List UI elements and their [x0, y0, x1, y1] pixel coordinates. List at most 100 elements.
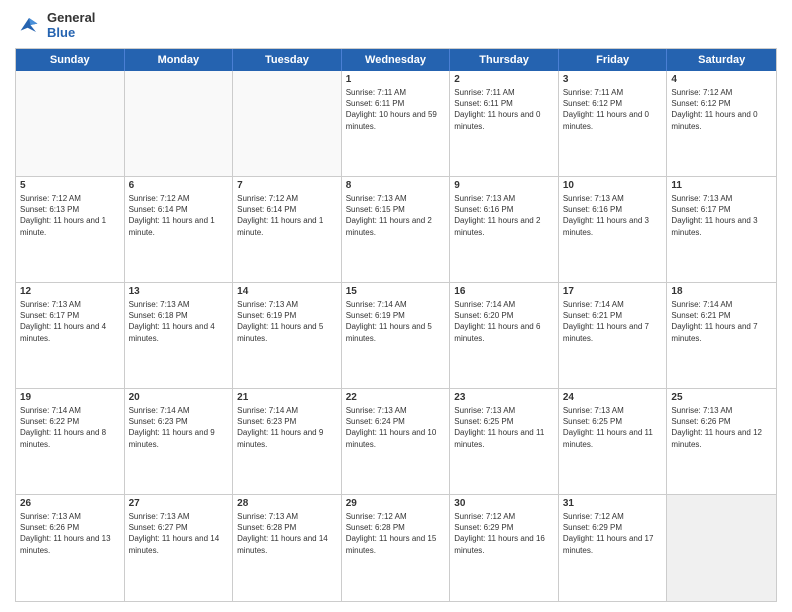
weekday-header-wednesday: Wednesday — [342, 49, 451, 71]
calendar-cell: 4Sunrise: 7:12 AMSunset: 6:12 PMDaylight… — [667, 71, 776, 176]
cell-info: Sunrise: 7:13 AMSunset: 6:16 PMDaylight:… — [563, 193, 663, 238]
sunset-text: Sunset: 6:26 PM — [671, 417, 730, 426]
calendar-cell: 27 Sunrise: 7:13 AMSunset: 6:27 PMDayligh… — [125, 495, 234, 601]
sunset-text: Sunset: 6:28 PM — [237, 523, 296, 532]
page: General Blue SundayMondayTuesdayWednesda… — [0, 0, 792, 612]
daylight-text: Daylight: 11 hours and 1 minute. — [20, 216, 106, 236]
sunset-text: Sunset: 6:22 PM — [20, 417, 79, 426]
cell-info: Sunrise: 7:13 AMSunset: 6:26 PMDaylight:… — [20, 511, 120, 556]
cell-info: Sunrise: 7:13 AMSunset: 6:18 PMDaylight:… — [129, 299, 229, 344]
daylight-text: Daylight: 11 hours and 0 minutes. — [671, 110, 757, 130]
calendar-row-1: 1 Sunrise: 7:11 AM Sunset: 6:11 PM Daylight… — [16, 71, 776, 177]
cell-info: Sunrise: 7:11 AM Sunset: 6:11 PM Daylight:… — [454, 87, 554, 132]
daylight-text: Daylight: 11 hours and 16 minutes. — [454, 534, 545, 554]
calendar-row-5: 26 Sunrise: 7:13 AMSunset: 6:26 PMDayligh… — [16, 495, 776, 601]
daylight-text: Daylight: 11 hours and 15 minutes. — [346, 534, 437, 554]
calendar-cell: 5Sunrise: 7:12 AMSunset: 6:13 PMDaylight… — [16, 177, 125, 282]
cell-info: Sunrise: 7:12 AMSunset: 6:28 PMDaylight:… — [346, 511, 446, 556]
sunset-text: Sunset: 6:14 PM — [129, 205, 188, 214]
calendar: SundayMondayTuesdayWednesdayThursdayFrid… — [15, 48, 777, 602]
sunrise-text: Sunrise: 7:11 AM — [454, 88, 514, 97]
day-number: 7 — [237, 180, 337, 191]
cell-info: Sunrise: 7:14 AMSunset: 6:21 PMDaylight:… — [563, 299, 663, 344]
sunset-text: Sunset: 6:13 PM — [20, 205, 79, 214]
day-number: 6 — [129, 180, 229, 191]
calendar-cell: 7Sunrise: 7:12 AMSunset: 6:14 PMDaylight… — [233, 177, 342, 282]
calendar-cell — [233, 71, 342, 176]
day-number: 15 — [346, 286, 446, 297]
daylight-text: Daylight: 11 hours and 10 minutes. — [346, 428, 437, 448]
sunrise-text: Sunrise: 7:14 AM — [129, 406, 190, 415]
weekday-header-thursday: Thursday — [450, 49, 559, 71]
sunset-text: Sunset: 6:14 PM — [237, 205, 296, 214]
sunrise-text: Sunrise: 7:13 AM — [454, 406, 515, 415]
calendar-cell — [667, 495, 776, 601]
sunset-text: Sunset: 6:11 PM — [454, 99, 513, 108]
calendar-cell: 9Sunrise: 7:13 AMSunset: 6:16 PMDaylight… — [450, 177, 559, 282]
sunrise-text: Sunrise: 7:12 AM — [129, 194, 190, 203]
daylight-text: Daylight: 11 hours and 7 minutes. — [563, 322, 649, 342]
daylight-text: Daylight: 10 hours and 59 minutes. — [346, 110, 437, 130]
calendar-cell: 21Sunrise: 7:14 AMSunset: 6:23 PMDayligh… — [233, 389, 342, 494]
sunrise-text: Sunrise: 7:14 AM — [563, 300, 624, 309]
day-number: 22 — [346, 392, 446, 403]
calendar-cell: 25Sunrise: 7:13 AMSunset: 6:26 PMDayligh… — [667, 389, 776, 494]
sunset-text: Sunset: 6:19 PM — [237, 311, 296, 320]
daylight-text: Daylight: 11 hours and 7 minutes. — [671, 322, 757, 342]
sunset-text: Sunset: 6:12 PM — [563, 99, 622, 108]
sunrise-text: Sunrise: 7:13 AM — [671, 406, 732, 415]
cell-info: Sunrise: 7:12 AMSunset: 6:12 PMDaylight:… — [671, 87, 772, 132]
cell-info: Sunrise: 7:11 AMSunset: 6:11 PMDaylight:… — [346, 87, 446, 132]
day-number: 10 — [563, 180, 663, 191]
daylight-text: Daylight: 11 hours and 0 minutes. — [454, 110, 540, 130]
calendar-cell: 11Sunrise: 7:13 AMSunset: 6:17 PMDayligh… — [667, 177, 776, 282]
day-number: 19 — [20, 392, 120, 403]
daylight-text: Daylight: 11 hours and 5 minutes. — [346, 322, 432, 342]
day-number: 20 — [129, 392, 229, 403]
sunrise-text: Sunrise: 7:12 AM — [671, 88, 732, 97]
day-number: 1 — [346, 74, 446, 85]
cell-info: Sunrise: 7:13 AMSunset: 6:26 PMDaylight:… — [671, 405, 772, 450]
sunrise-text: Sunrise: 7:13 AM — [671, 194, 732, 203]
cell-info: Sunrise: 7:14 AMSunset: 6:23 PMDaylight:… — [129, 405, 229, 450]
calendar-cell: 12Sunrise: 7:13 AMSunset: 6:17 PMDayligh… — [16, 283, 125, 388]
sunrise-text: Sunrise: 7:13 AM — [237, 300, 298, 309]
sunset-text: Sunset: 6:23 PM — [237, 417, 296, 426]
calendar-body: 1 Sunrise: 7:11 AM Sunset: 6:11 PM Daylight… — [16, 71, 776, 601]
cell-info: Sunrise: 7:13 AMSunset: 6:19 PMDaylight:… — [237, 299, 337, 344]
sunset-text: Sunset: 6:29 PM — [563, 523, 622, 532]
daylight-text: Daylight: 11 hours and 1 minute. — [129, 216, 215, 236]
sunset-text: Sunset: 6:21 PM — [671, 311, 730, 320]
cell-info: Sunrise: 7:13 AMSunset: 6:27 PMDaylight:… — [129, 511, 229, 556]
calendar-cell: 3Sunrise: 7:11 AMSunset: 6:12 PMDaylight… — [559, 71, 668, 176]
day-number: 26 — [20, 498, 120, 509]
sunset-text: Sunset: 6:23 PM — [129, 417, 188, 426]
sunrise-text: Sunrise: 7:13 AM — [20, 300, 81, 309]
daylight-text: Daylight: 11 hours and 6 minutes. — [454, 322, 540, 342]
weekday-header-monday: Monday — [125, 49, 234, 71]
sunrise-text: Sunrise: 7:13 AM — [454, 194, 515, 203]
calendar-cell — [125, 71, 234, 176]
daylight-text: Daylight: 11 hours and 11 minutes. — [563, 428, 653, 448]
sunrise-text: Sunrise: 7:13 AM — [563, 194, 624, 203]
sunset-text: Sunset: 6:19 PM — [346, 311, 405, 320]
calendar-cell: 30Sunrise: 7:12 AMSunset: 6:29 PMDayligh… — [450, 495, 559, 601]
calendar-cell: 8Sunrise: 7:13 AMSunset: 6:15 PMDaylight… — [342, 177, 451, 282]
daylight-text: Daylight: 11 hours and 3 minutes. — [671, 216, 757, 236]
day-number: 5 — [20, 180, 120, 191]
sunrise-text: Sunrise: 7:13 AM — [129, 512, 190, 521]
calendar-row-2: 5 Sunrise: 7:12 AM Sunset: 6:13 PM Daylight… — [16, 177, 776, 283]
sunrise-text: Sunrise: 7:13 AM — [346, 194, 407, 203]
daylight-text: Daylight: 11 hours and 9 minutes. — [237, 428, 323, 448]
sunrise-text: Sunrise: 7:14 AM — [20, 406, 81, 415]
daylight-text: Daylight: 11 hours and 14 minutes. — [237, 534, 328, 554]
day-number: 27 — [129, 498, 229, 509]
logo-text: General Blue — [47, 10, 95, 40]
daylight-text: Daylight: 11 hours and 3 minutes. — [563, 216, 649, 236]
weekday-header-friday: Friday — [559, 49, 668, 71]
day-number: 30 — [454, 498, 554, 509]
sunrise-text: Sunrise: 7:13 AM — [563, 406, 624, 415]
day-number: 11 — [671, 180, 772, 191]
cell-info: Sunrise: 7:14 AMSunset: 6:22 PMDaylight:… — [20, 405, 120, 450]
daylight-text: Daylight: 11 hours and 14 minutes. — [129, 534, 220, 554]
